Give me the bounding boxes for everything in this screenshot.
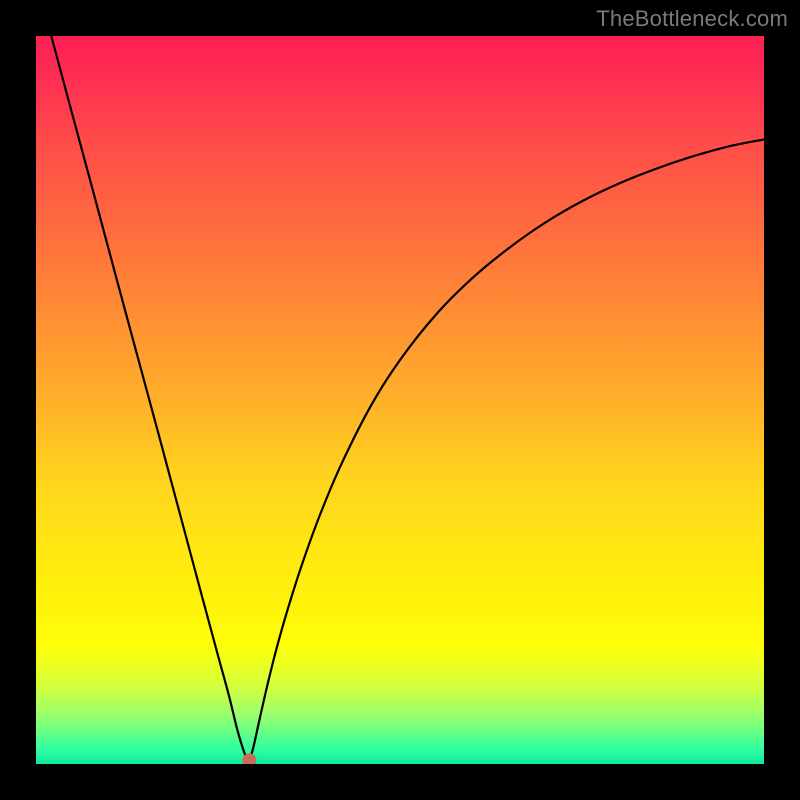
chart-frame: TheBottleneck.com [0, 0, 800, 800]
watermark-label: TheBottleneck.com [596, 6, 788, 32]
plot-area [36, 36, 764, 764]
curve-svg [36, 36, 764, 764]
bottleneck-curve [51, 36, 764, 760]
minimum-marker-dot [242, 753, 256, 764]
